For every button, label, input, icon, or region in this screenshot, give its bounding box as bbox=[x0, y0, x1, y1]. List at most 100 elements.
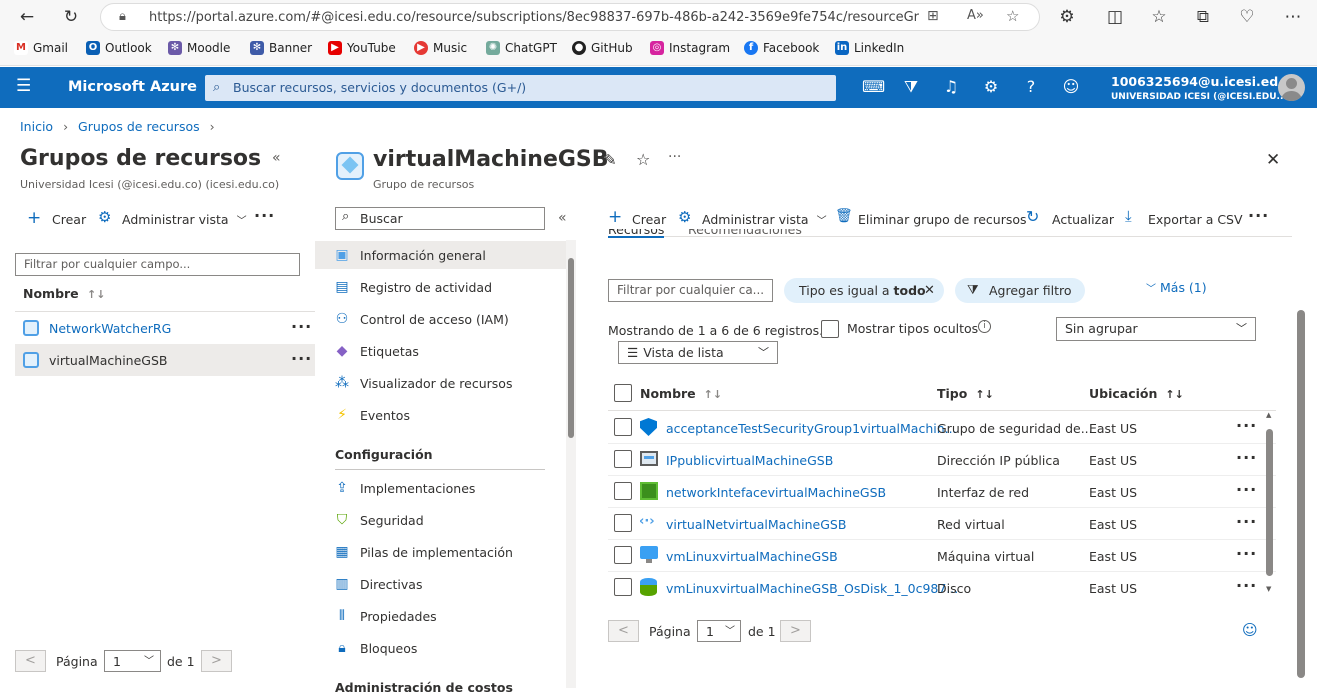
cloud-shell-icon[interactable]: ⌨ bbox=[862, 77, 885, 97]
row-more-icon[interactable]: ··· bbox=[291, 317, 312, 336]
resource-group-name[interactable]: virtualMachineGSB bbox=[49, 353, 168, 368]
avatar[interactable] bbox=[1278, 74, 1305, 101]
scrollbar-thumb[interactable] bbox=[1266, 429, 1273, 576]
export-csv-button[interactable]: Exportar a CSV bbox=[1148, 212, 1243, 227]
menu-tags[interactable]: ◆ Etiquetas bbox=[315, 337, 565, 365]
table-row[interactable]: vmLinuxvirtualMachineGSB_OsDisk_1_0c987.… bbox=[608, 572, 1276, 604]
page-select[interactable]: 1 ﹀ bbox=[104, 650, 161, 672]
scroll-down-icon[interactable]: ▼ bbox=[1266, 585, 1271, 593]
read-aloud-icon[interactable]: A» bbox=[967, 8, 984, 23]
menu-iam[interactable]: ⚇ Control de acceso (IAM) bbox=[315, 305, 565, 333]
menu-deployments[interactable]: ⇪ Implementaciones bbox=[315, 474, 565, 502]
menu-deployment-stacks[interactable]: ▦ Pilas de implementación bbox=[315, 538, 565, 566]
row-checkbox[interactable] bbox=[614, 514, 632, 532]
scroll-up-icon[interactable]: ▲ bbox=[1266, 411, 1271, 419]
favorite-star-icon[interactable]: ☆ bbox=[1006, 7, 1019, 25]
bookmark-github[interactable]: ● GitHub bbox=[572, 41, 633, 55]
split-screen-icon[interactable]: ◫ bbox=[1104, 6, 1126, 28]
filter-input[interactable]: Filtrar por cualquier campo... bbox=[15, 253, 300, 276]
more-options-icon[interactable]: ··· bbox=[1248, 206, 1269, 225]
bookmark-gmail[interactable]: M Gmail bbox=[14, 41, 68, 55]
address-bar[interactable]: 🔒︎ https://portal.azure.com/#@icesi.edu.… bbox=[100, 3, 1040, 31]
app-available-icon[interactable]: ⊞ bbox=[927, 8, 939, 24]
show-hidden-checkbox[interactable] bbox=[821, 320, 839, 338]
bookmark-music[interactable]: ▶ Music bbox=[414, 41, 467, 55]
table-row[interactable]: acceptanceTestSecurityGroup1virtualMachi… bbox=[608, 412, 1276, 444]
bookmark-banner[interactable]: ✻ Banner bbox=[250, 41, 312, 55]
prev-page-button[interactable]: < bbox=[15, 650, 46, 672]
collapse-panel-icon[interactable]: « bbox=[272, 150, 281, 166]
row-more-icon[interactable]: ··· bbox=[1236, 512, 1257, 531]
refresh-button[interactable]: Actualizar bbox=[1052, 212, 1114, 227]
feedback-icon[interactable]: ☺ bbox=[1242, 621, 1258, 639]
table-row[interactable]: IPpublicvirtualMachineGSB Dirección IP p… bbox=[608, 444, 1276, 476]
row-more-icon[interactable]: ··· bbox=[1236, 448, 1257, 467]
menu-activity-log[interactable]: ▤ Registro de actividad bbox=[315, 273, 565, 301]
row-more-icon[interactable]: ··· bbox=[1236, 544, 1257, 563]
blade-scrollbar-thumb[interactable] bbox=[1297, 310, 1305, 678]
resource-name-link[interactable]: networkIntefacevirtualMachineGSB bbox=[666, 485, 886, 500]
browser-essentials-icon[interactable]: ♡ bbox=[1236, 6, 1258, 28]
manage-view-button[interactable]: Administrar vista ﹀ bbox=[702, 212, 827, 227]
feedback-icon[interactable]: ☺ bbox=[1061, 77, 1081, 97]
create-button[interactable]: Crear bbox=[52, 212, 86, 227]
menu-resource-visualizer[interactable]: ⁂ Visualizador de recursos bbox=[315, 369, 565, 397]
column-header-name[interactable]: Nombre ↑↓ bbox=[23, 286, 105, 301]
list-item[interactable]: NetworkWatcherRG ··· bbox=[15, 313, 315, 343]
bookmark-moodle[interactable]: ✻ Moodle bbox=[168, 41, 230, 55]
more-filters-button[interactable]: ﹀ Más (1) bbox=[1146, 280, 1207, 295]
column-header-type[interactable]: Tipo ↑↓ bbox=[937, 386, 994, 401]
add-filter-button[interactable]: ⧩ Agregar filtro bbox=[955, 278, 1085, 303]
view-mode-select[interactable]: ☰ Vista de lista ﹀ bbox=[618, 341, 778, 364]
menu-properties[interactable]: ⦀ Propiedades bbox=[315, 602, 565, 630]
row-checkbox[interactable] bbox=[614, 482, 632, 500]
more-menu-icon[interactable]: ⋯ bbox=[1282, 6, 1304, 28]
row-more-icon[interactable]: ··· bbox=[1236, 576, 1257, 595]
type-filter-pill[interactable]: Tipo es igual a todo ✕ bbox=[784, 278, 944, 303]
resource-name-link[interactable]: vmLinuxvirtualMachineGSB_OsDisk_1_0c987.… bbox=[666, 581, 958, 596]
row-checkbox[interactable] bbox=[614, 578, 632, 596]
bookmark-outlook[interactable]: O Outlook bbox=[86, 41, 152, 55]
select-all-checkbox[interactable] bbox=[614, 384, 632, 402]
manage-view-button[interactable]: Administrar vista ﹀ bbox=[122, 212, 247, 227]
row-checkbox[interactable] bbox=[614, 546, 632, 564]
menu-search-input[interactable]: ⌕ Buscar bbox=[335, 207, 545, 230]
next-page-button[interactable]: > bbox=[201, 650, 232, 672]
account-email[interactable]: 1006325694@u.icesi.ed... bbox=[1111, 74, 1292, 89]
breadcrumb-groups[interactable]: Grupos de recursos bbox=[78, 119, 200, 134]
more-options-icon[interactable]: ··· bbox=[254, 206, 275, 225]
table-row[interactable]: vmLinuxvirtualMachineGSB Máquina virtual… bbox=[608, 540, 1276, 572]
menu-events[interactable]: ⚡︎ Eventos bbox=[315, 401, 565, 429]
resource-filter-input[interactable]: Filtrar por cualquier ca... bbox=[608, 279, 773, 302]
close-icon[interactable]: ✕ bbox=[1266, 150, 1280, 170]
row-more-icon[interactable]: ··· bbox=[1236, 480, 1257, 499]
column-header-location[interactable]: Ubicación ↑↓ bbox=[1089, 386, 1184, 401]
close-icon[interactable]: ✕ bbox=[924, 278, 935, 303]
bookmark-instagram[interactable]: ◎ Instagram bbox=[650, 41, 730, 55]
row-more-icon[interactable]: ··· bbox=[1236, 416, 1257, 435]
bookmark-facebook[interactable]: f Facebook bbox=[744, 41, 819, 55]
help-icon[interactable]: ? bbox=[1021, 77, 1041, 97]
bookmark-linkedin[interactable]: in LinkedIn bbox=[835, 41, 904, 55]
column-header-name[interactable]: Nombre ↑↓ bbox=[640, 386, 722, 401]
portal-title[interactable]: Microsoft Azure bbox=[68, 79, 197, 95]
bookmark-youtube[interactable]: ▶ YouTube bbox=[328, 41, 396, 55]
settings-gear-icon[interactable]: ⚙ bbox=[981, 77, 1001, 97]
resource-name-link[interactable]: virtualNetvirtualMachineGSB bbox=[666, 517, 846, 532]
row-checkbox[interactable] bbox=[614, 418, 632, 436]
menu-overview[interactable]: ▣ Información general bbox=[315, 241, 567, 269]
menu-security[interactable]: ⛉ Seguridad bbox=[315, 506, 565, 534]
prev-page-button[interactable]: < bbox=[608, 620, 639, 642]
info-icon[interactable]: i bbox=[978, 320, 991, 333]
resource-name-link[interactable]: IPpublicvirtualMachineGSB bbox=[666, 453, 833, 468]
more-options-icon[interactable]: ··· bbox=[668, 149, 681, 165]
list-item-selected[interactable]: virtualMachineGSB ··· bbox=[15, 344, 315, 376]
collapse-menu-icon[interactable]: « bbox=[558, 210, 567, 226]
group-by-select[interactable]: Sin agrupar ﹀ bbox=[1056, 317, 1256, 341]
bookmark-chatgpt[interactable]: ✺ ChatGPT bbox=[486, 41, 557, 55]
favorites-icon[interactable]: ☆ bbox=[1148, 6, 1170, 28]
page-select[interactable]: 1 ﹀ bbox=[697, 620, 741, 642]
hamburger-menu-icon[interactable]: ☰ bbox=[16, 76, 31, 96]
resource-name-link[interactable]: acceptanceTestSecurityGroup1virtualMachi… bbox=[666, 421, 957, 436]
menu-scrollbar[interactable] bbox=[566, 240, 576, 688]
